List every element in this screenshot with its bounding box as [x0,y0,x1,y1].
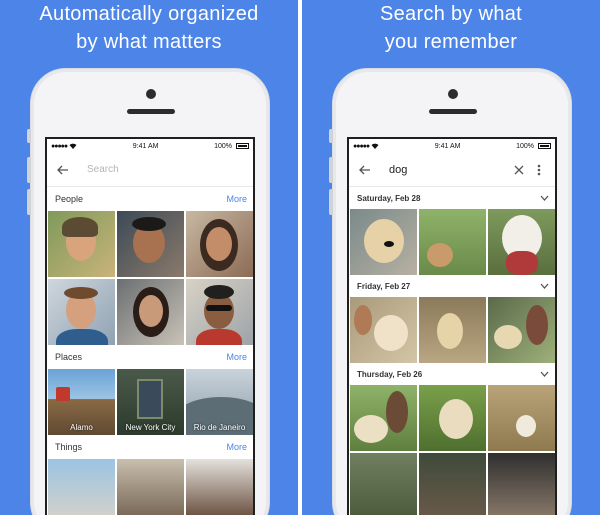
volume-down-button [27,189,31,215]
phone-frame-left: ●●●●● 9:41 AM 100% Search People More Pl… [27,68,270,515]
dog-photo[interactable] [419,453,486,515]
dog-photo[interactable] [488,385,555,451]
signal-dots: ●●●●● [51,142,68,150]
back-arrow-icon[interactable] [53,160,73,180]
thing-photo[interactable] [48,459,115,515]
right-headline-line-1: Search by what [379,3,523,25]
left-headline-line-1: Automatically organized [39,3,259,25]
person-photo[interactable] [186,279,253,345]
search-bar: dog [349,153,555,187]
place-photo-rio-de-janeiro[interactable]: Rio de Janeiro [186,369,253,435]
people-more-link[interactable]: More [226,194,247,204]
dog-photo[interactable] [488,297,555,363]
thing-photo[interactable] [186,459,253,515]
thing-photo[interactable] [117,459,184,515]
dog-photo[interactable] [488,209,555,275]
right-panel: Search by what you remember ●●●●● 9:41 A… [302,0,600,515]
front-camera [146,89,156,99]
person-photo[interactable] [48,279,115,345]
phone-frame-right: ●●●●● 9:41 AM 100% dog Saturday, Feb 28 … [329,68,572,515]
dog-photo[interactable] [488,453,555,515]
chevron-down-icon[interactable] [540,282,549,291]
things-grid [47,459,253,515]
person-photo[interactable] [117,211,184,277]
left-headline: Automatically organized by what matters [0,0,298,56]
search-bar: Search [47,153,253,187]
more-vert-icon[interactable] [529,160,549,180]
places-section-title: Places [55,352,83,362]
date-title: Thursday, Feb 26 [357,369,423,379]
things-more-link[interactable]: More [226,442,247,452]
place-label: Alamo [70,423,93,432]
people-section-title: People [55,194,84,204]
right-headline: Search by what you remember [302,0,600,56]
status-bar: ●●●●● 9:41 AM 100% [349,139,555,153]
battery-percent: 100% [214,142,232,150]
screen-left: ●●●●● 9:41 AM 100% Search People More Pl… [45,137,255,515]
back-arrow-icon[interactable] [355,160,375,180]
battery-icon [235,143,249,149]
search-input[interactable]: Search [87,164,247,175]
people-grid [47,211,253,345]
battery-icon [537,143,551,149]
date-header-sat-feb-28[interactable]: Saturday, Feb 28 [349,187,555,209]
place-photo-alamo[interactable]: Alamo [48,369,115,435]
status-bar: ●●●●● 9:41 AM 100% [47,139,253,153]
wifi-icon [371,143,379,149]
people-section-header: People More [47,187,253,211]
dog-photo[interactable] [419,385,486,451]
volume-up-button [27,157,31,183]
search-input[interactable]: dog [389,164,509,176]
dog-photo[interactable] [350,209,417,275]
left-headline-line-2: by what matters [76,31,222,53]
mute-switch [27,129,31,143]
dog-photo[interactable] [350,297,417,363]
chevron-down-icon[interactable] [540,370,549,379]
place-label: New York City [125,423,176,432]
date-header-fri-feb-27[interactable]: Friday, Feb 27 [349,275,555,297]
person-photo[interactable] [117,279,184,345]
left-panel: Automatically organized by what matters … [0,0,298,515]
close-icon[interactable] [509,160,529,180]
photo-grid-feb-26 [349,385,555,515]
front-camera [448,89,458,99]
person-photo[interactable] [186,211,253,277]
volume-up-button [329,157,333,183]
places-more-link[interactable]: More [226,352,247,362]
signal-dots: ●●●●● [353,142,370,150]
screen-right: ●●●●● 9:41 AM 100% dog Saturday, Feb 28 … [347,137,557,515]
date-title: Friday, Feb 27 [357,281,411,291]
chevron-down-icon[interactable] [540,194,549,203]
dog-photo[interactable] [419,297,486,363]
earpiece-speaker [127,109,175,114]
things-section-title: Things [55,442,83,452]
places-section-header: Places More [47,345,253,369]
status-time: 9:41 AM [434,142,461,150]
status-time: 9:41 AM [132,142,159,150]
earpiece-speaker [429,109,477,114]
battery-percent: 100% [516,142,534,150]
dog-photo[interactable] [350,453,417,515]
date-header-thu-feb-26[interactable]: Thursday, Feb 26 [349,363,555,385]
date-title: Saturday, Feb 28 [357,193,421,203]
places-grid: Alamo New York City Rio de Janeiro [47,369,253,435]
right-headline-line-2: you remember [384,31,518,53]
dog-photo[interactable] [419,209,486,275]
mute-switch [329,129,333,143]
place-photo-new-york-city[interactable]: New York City [117,369,184,435]
wifi-icon [69,143,77,149]
things-section-header: Things More [47,435,253,459]
photo-grid-feb-27 [349,297,555,363]
place-label: Rio de Janeiro [193,423,246,432]
volume-down-button [329,189,333,215]
dog-photo[interactable] [350,385,417,451]
photo-grid-feb-28 [349,209,555,275]
person-photo[interactable] [48,211,115,277]
